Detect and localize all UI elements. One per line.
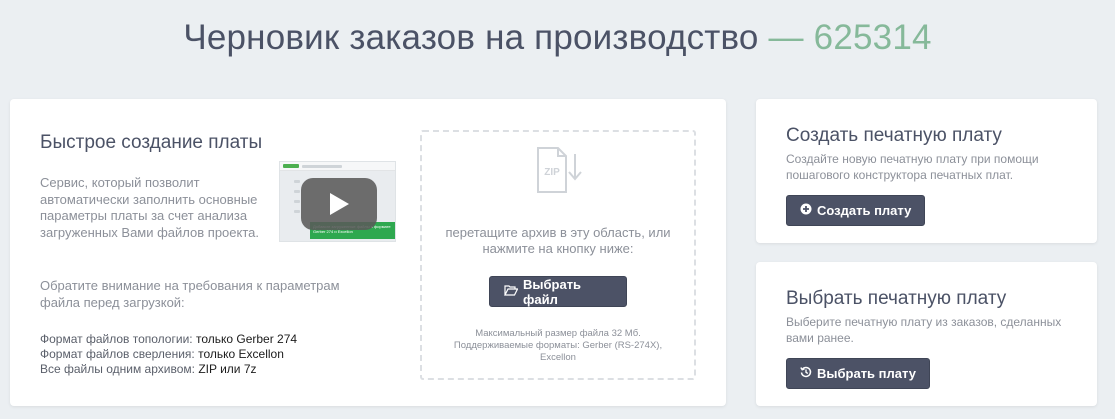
play-icon[interactable]	[301, 178, 377, 230]
format-item: Формат файлов топологии: только Gerber 2…	[40, 332, 297, 347]
page-title: Черновик заказов на производство — 62531…	[0, 18, 1115, 58]
file-requirements-notice: Обратите внимание на требования к параме…	[40, 278, 340, 310]
video-line	[294, 200, 300, 203]
format-list: Формат файлов топологии: только Gerber 2…	[40, 332, 297, 377]
limit-formats: Поддерживаемые форматы: Gerber (RS-274X)…	[453, 340, 663, 363]
limit-size: Максимальный размер файла 32 Мб.	[475, 328, 641, 339]
zip-file-icon: ZIP	[534, 146, 582, 201]
select-board-label: Выбрать плату	[817, 366, 916, 381]
select-board-title: Выбрать печатную плату	[786, 288, 1007, 309]
choose-file-button[interactable]: Выбрать файл	[489, 276, 627, 307]
format-label: Все файлы одним архивом:	[40, 362, 195, 376]
format-value: ZIP или 7z	[198, 362, 257, 376]
upload-limits: Максимальный размер файла 32 Мб. Поддерж…	[422, 328, 694, 364]
quick-create-description: Сервис, который позволит автоматически з…	[40, 175, 259, 240]
history-icon	[800, 366, 812, 381]
select-board-button[interactable]: Выбрать плату	[786, 358, 930, 389]
page-title-text: Черновик заказов на производство	[183, 18, 759, 57]
file-dropzone[interactable]: ZIP перетащите архив в эту область, или …	[420, 130, 696, 380]
format-item: Все файлы одним архивом: ZIP или 7z	[40, 362, 297, 377]
format-item: Формат файлов сверления: только Excellon	[40, 347, 297, 362]
select-board-description: Выберите печатную плату из заказов, сдел…	[786, 315, 1062, 345]
create-board-label: Создать плату	[817, 203, 912, 218]
format-label: Формат файлов сверления:	[40, 347, 195, 361]
format-value: только Gerber 274	[195, 332, 298, 346]
dropzone-text: перетащите архив в эту область, или нажм…	[445, 225, 671, 256]
video-thumbnail[interactable]: Добавьте загруженные файлы в формате Ger…	[279, 161, 396, 242]
video-line	[294, 190, 300, 193]
plus-circle-icon	[800, 203, 812, 218]
order-number: — 625314	[768, 18, 932, 57]
create-board-title: Создать печатную плату	[786, 125, 1002, 146]
video-line	[302, 165, 342, 168]
video-line	[294, 180, 300, 183]
zip-label: ZIP	[544, 167, 560, 178]
create-board-card: Создать печатную плату Создайте новую пе…	[756, 99, 1097, 243]
quick-create-card: Быстрое создание платы Сервис, который п…	[10, 99, 726, 406]
format-value: только Excellon	[198, 347, 284, 361]
video-line	[294, 210, 300, 213]
folder-open-icon	[504, 284, 519, 299]
video-logo	[283, 164, 299, 168]
select-board-card: Выбрать печатную плату Выберите печатную…	[756, 262, 1097, 406]
format-label: Формат файлов топологии:	[40, 332, 193, 346]
create-board-description: Создайте новую печатную плату при помощи…	[786, 152, 1039, 182]
create-board-button[interactable]: Создать плату	[786, 195, 926, 226]
choose-file-label: Выбрать файл	[523, 276, 582, 307]
quick-create-title: Быстрое создание платы	[40, 132, 263, 153]
